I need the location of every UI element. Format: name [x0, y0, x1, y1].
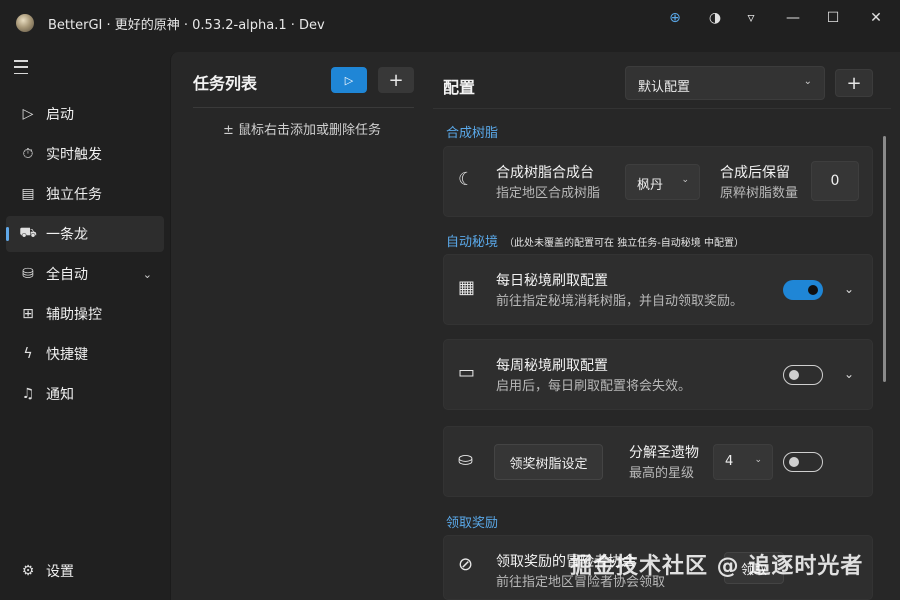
sidebar-item-auto[interactable]: ⛁ 全自动 ⌄ [6, 256, 164, 292]
sidebar: ▷ 启动 ⏱ 实时触发 ▤ 独立任务 ⛟ 一条龙 ⛁ 全自动 ⌄ ⊞ 辅助操控 … [0, 46, 170, 600]
artifact-star-select[interactable]: 4 ⌄ [713, 444, 773, 480]
dragon-icon: ⛟ [19, 225, 37, 241]
add-task-button[interactable]: + [378, 67, 414, 93]
theme-toggle-icon[interactable]: ◑ [697, 6, 733, 30]
auto-icon: ⛁ [22, 266, 34, 282]
daily-domain-card[interactable]: ▦ 每日秘境刷取配置 前往指定秘境消耗树脂，并自动领取奖励。 ⌄ [443, 254, 873, 325]
card-title: 合成树脂合成台 [496, 165, 594, 181]
gamepad-icon: ⊞ [22, 306, 34, 322]
sidebar-item-settings[interactable]: ⚙ 设置 [6, 553, 164, 589]
weekly-domain-card[interactable]: ▭ 每周秘境刷取配置 启用后，每日刷取配置将会失效。 ⌄ [443, 339, 873, 410]
title-bar: BetterGI · 更好的原神 · 0.53.2-alpha.1 · Dev … [0, 0, 900, 46]
config-profile-value: 默认配置 [638, 80, 691, 95]
config-profile-select[interactable]: 默认配置 ⌄ [625, 66, 825, 100]
artifact-salvage-toggle[interactable] [783, 452, 823, 472]
card-title: 每日秘境刷取配置 [496, 273, 608, 289]
section-header-reward: 领取奖励 [446, 516, 499, 531]
bell-icon: ♫ [21, 386, 35, 402]
shredder-icon: ⛀ [458, 449, 474, 470]
calendar-week-icon: ▭ [458, 362, 476, 383]
minimize-button[interactable]: — [775, 6, 811, 30]
card-title: 分解圣遗物 [629, 445, 699, 461]
sidebar-item-label: 通知 [46, 387, 74, 403]
card-title: 每周秘境刷取配置 [496, 358, 608, 374]
resin-craft-card: ☾ 合成树脂合成台 指定地区合成树脂 枫丹 ⌄ 合成后保留 原粹树脂数量 0 [443, 146, 873, 217]
add-config-button[interactable]: + [835, 69, 873, 97]
gear-icon: ⚙ [21, 563, 35, 579]
main-content: 任务列表 ▷ + ± 鼠标右击添加或删除任务 配置 默认配置 ⌄ + 合成树脂 … [170, 52, 900, 600]
artifact-card: ⛀ 领奖树脂设定 分解圣遗物 最高的星级 4 ⌄ [443, 426, 873, 497]
sidebar-item-dragon[interactable]: ⛟ 一条龙 [6, 216, 164, 252]
sidebar-item-realtime[interactable]: ⏱ 实时触发 [6, 136, 164, 172]
play-icon: ▷ [22, 106, 34, 122]
chevron-down-icon[interactable]: ⌄ [844, 367, 854, 381]
sidebar-item-label: 设置 [46, 564, 74, 580]
sidebar-item-standalone-tasks[interactable]: ▤ 独立任务 [6, 176, 164, 212]
timer-icon: ⏱ [22, 146, 34, 162]
region-select[interactable]: 枫丹 ⌄ [625, 164, 700, 200]
sidebar-item-label: 启动 [46, 107, 74, 123]
region-select-value: 枫丹 [637, 178, 664, 193]
sidebar-item-notify[interactable]: ♫ 通知 [6, 376, 164, 412]
section-header-resin: 合成树脂 [446, 126, 499, 141]
sidebar-item-label: 实时触发 [46, 147, 102, 163]
card-subtitle: 最高的星级 [629, 466, 695, 481]
section-header-note: （此处未覆盖的配置可在 独立任务-自动秘境 中配置） [504, 238, 744, 249]
close-button[interactable]: ✕ [858, 6, 894, 30]
globe-icon[interactable]: ⊕ [657, 6, 693, 30]
sidebar-item-hotkeys[interactable]: ϟ 快捷键 [6, 336, 164, 372]
artifact-star-value: 4 [725, 454, 734, 469]
task-hint-text: ± 鼠标右击添加或删除任务 [223, 123, 382, 138]
section-header-label: 自动秘境 [446, 235, 499, 250]
sidebar-item-label: 独立任务 [46, 187, 102, 203]
keep-resin-input[interactable]: 0 [811, 161, 859, 201]
run-button[interactable]: ▷ [331, 67, 367, 93]
section-header-domain: 自动秘境 （此处未覆盖的配置可在 独立任务-自动秘境 中配置） [446, 231, 744, 250]
lightning-icon: ϟ [23, 346, 33, 362]
divider [193, 107, 414, 108]
weekly-domain-toggle[interactable] [783, 365, 823, 385]
sidebar-item-assist[interactable]: ⊞ 辅助操控 [6, 296, 164, 332]
task-icon: ▤ [21, 186, 35, 202]
sidebar-item-label: 辅助操控 [46, 307, 102, 323]
sidebar-item-label: 全自动 [46, 267, 88, 283]
scrollbar[interactable] [883, 136, 886, 382]
keep-title: 合成后保留 [720, 165, 790, 181]
window-title: BetterGI · 更好的原神 · 0.53.2-alpha.1 · Dev [48, 18, 325, 33]
chevron-down-icon: ⌄ [754, 455, 762, 465]
daily-domain-toggle[interactable] [783, 280, 823, 300]
watermark: 掘金技术社区 @ 追逐时光者 [570, 554, 864, 579]
card-subtitle: 启用后，每日刷取配置将会失效。 [496, 379, 692, 394]
divider [433, 108, 891, 109]
card-subtitle: 前往指定秘境消耗树脂，并自动领取奖励。 [496, 294, 744, 309]
config-title: 配置 [443, 78, 476, 97]
reward-resin-settings-button[interactable]: 领奖树脂设定 [494, 444, 603, 480]
moon-icon: ☾ [458, 169, 475, 190]
chevron-down-icon: ⌄ [803, 76, 812, 87]
sidebar-item-launch[interactable]: ▷ 启动 [6, 96, 164, 132]
card-subtitle: 指定地区合成树脂 [496, 186, 601, 201]
task-list-title: 任务列表 [193, 74, 258, 93]
sidebar-item-label: 快捷键 [46, 347, 88, 363]
compass-icon: ⊘ [458, 554, 474, 575]
sidebar-item-label: 一条龙 [46, 227, 88, 243]
keep-subtitle: 原粹树脂数量 [720, 186, 799, 201]
calendar-icon: ▦ [458, 277, 476, 298]
maximize-button[interactable]: ☐ [815, 6, 851, 30]
chevron-down-icon[interactable]: ⌄ [143, 268, 152, 281]
chevron-down-icon[interactable]: ⌄ [844, 282, 854, 296]
chevron-down-icon: ⌄ [681, 175, 689, 185]
menu-dropdown-icon[interactable]: ▿ [733, 6, 769, 30]
app-logo-icon [16, 14, 34, 32]
hamburger-menu-icon[interactable] [14, 60, 34, 74]
